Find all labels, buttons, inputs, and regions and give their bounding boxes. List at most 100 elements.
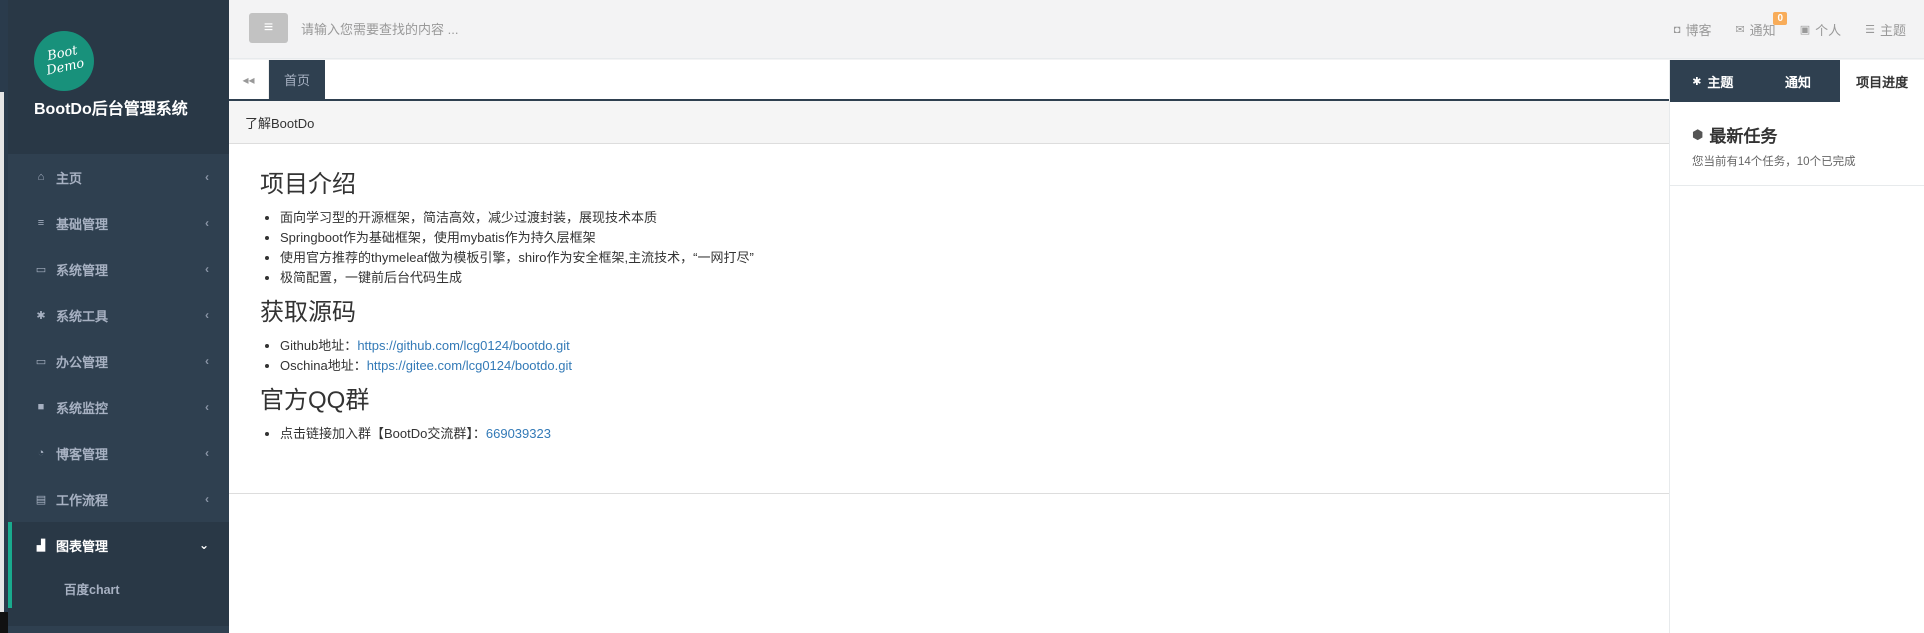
oschina-label: Oschina地址： xyxy=(280,358,367,373)
rss-icon: ◘ xyxy=(1673,23,1681,36)
sidebar: Boot Demo BootDo后台管理系统 ⌂ 主页 ‹ ≡ 基础管理 ‹ ▭… xyxy=(8,0,229,633)
qq-group-link[interactable]: 669039323 xyxy=(486,426,551,441)
sidebar-menu: ⌂ 主页 ‹ ≡ 基础管理 ‹ ▭ 系统管理 ‹ ✱ 系统工具 ‹ ▭ 办公管理… xyxy=(8,154,229,626)
menu-toggle-button[interactable]: ≡ xyxy=(249,13,288,43)
sidebar-submenu-footer xyxy=(8,608,229,626)
top-link-profile[interactable]: ▣ 个人 xyxy=(1800,20,1841,39)
chevron-left-icon: ‹ xyxy=(205,170,209,184)
gear-icon: ✱ xyxy=(36,309,46,322)
intro-list: 面向学习型的开源框架，简洁高效，减少过渡封装，展现技术本质 Springboot… xyxy=(260,208,1669,288)
top-link-blog[interactable]: ◘ 博客 xyxy=(1674,20,1712,39)
list-item: 使用官方推荐的thymeleaf做为模板引擎，shiro作为安全框架,主流技术，… xyxy=(280,248,1669,268)
page-tab-bar: ◂◂ 首页 xyxy=(229,60,1669,101)
section-heading-intro: 项目介绍 xyxy=(260,171,356,198)
top-link-notifications[interactable]: ✉ 通知 0 xyxy=(1735,12,1788,39)
sidebar-item-chart-management[interactable]: ▟ 图表管理 ⌄ xyxy=(8,522,229,568)
laptop-icon: ▭ xyxy=(35,355,47,368)
tab-theme[interactable]: ✱ 主题 xyxy=(1670,60,1756,102)
window-left-edge-highlight xyxy=(0,92,4,612)
cube-icon: ⬢ xyxy=(1692,126,1704,142)
top-link-label: 主题 xyxy=(1879,23,1906,38)
top-link-label: 通知 xyxy=(1749,23,1776,38)
sidebar-item-label: 基础管理 xyxy=(56,216,109,232)
sidebar-item-label: 系统监控 xyxy=(56,400,109,416)
right-sidebar: ✱ 主题 通知 项目进度 ⬢ 最新任务 您当前有14个任务，10个已完成 xyxy=(1669,60,1924,633)
sidebar-item-blog-management[interactable]: ◔ 博客管理 ‹ xyxy=(8,430,229,476)
sidebar-item-system-tools[interactable]: ✱ 系统工具 ‹ xyxy=(8,292,229,338)
section-heading-source: 获取源码 xyxy=(260,299,356,326)
task-title: ⬢ 最新任务 xyxy=(1692,122,1924,147)
list-item: 极简配置，一键前后台代码生成 xyxy=(280,268,1669,288)
panel-title: 了解BootDo xyxy=(229,101,1669,144)
sidebar-item-basic-management[interactable]: ≡ 基础管理 ‹ xyxy=(8,200,229,246)
top-navbar: ≡ ◘ 博客 ✉ 通知 0 ▣ 个人 ☰ 主题 xyxy=(229,0,1924,59)
sidebar-item-label: 图表管理 xyxy=(56,538,109,554)
sidebar-item-system-management[interactable]: ▭ 系统管理 ‹ xyxy=(8,246,229,292)
tab-scroll-left-button[interactable]: ◂◂ xyxy=(229,60,269,99)
sidebar-item-home[interactable]: ⌂ 主页 ‹ xyxy=(8,154,229,200)
list-item: Oschina地址：https://gitee.com/lcg0124/boot… xyxy=(280,356,1669,376)
search-input[interactable] xyxy=(301,14,701,44)
list-item: 面向学习型的开源框架，简洁高效，减少过渡封装，展现技术本质 xyxy=(280,208,1669,228)
top-links: ◘ 博客 ✉ 通知 0 ▣ 个人 ☰ 主题 xyxy=(1650,0,1906,59)
sidebar-item-label: 工作流程 xyxy=(56,492,109,508)
github-label: Github地址： xyxy=(280,338,358,353)
section-heading-qq: 官方QQ群 xyxy=(260,387,370,414)
sidebar-item-label: 博客管理 xyxy=(56,446,109,462)
double-chevron-left-icon: ◂◂ xyxy=(242,72,255,87)
chevron-left-icon: ‹ xyxy=(205,400,209,414)
app-logo[interactable]: Boot Demo xyxy=(34,31,94,91)
list-item: 点击链接加入群【BootDo交流群】：669039323 xyxy=(280,424,1669,444)
source-list: Github地址：https://github.com/lcg0124/boot… xyxy=(260,336,1669,376)
list-item: Springboot作为基础框架，使用mybatis作为持久层框架 xyxy=(280,228,1669,248)
panel-body: 项目介绍 面向学习型的开源框架，简洁高效，减少过渡封装，展现技术本质 Sprin… xyxy=(229,144,1669,494)
chevron-left-icon: ‹ xyxy=(205,262,209,276)
bars-icon: ≡ xyxy=(37,217,45,229)
logo-text: Boot Demo xyxy=(45,43,86,79)
tab-project-progress[interactable]: 项目进度 xyxy=(1840,60,1924,102)
list-item: Github地址：https://github.com/lcg0124/boot… xyxy=(280,336,1669,356)
github-link[interactable]: https://github.com/lcg0124/bootdo.git xyxy=(357,338,569,353)
bar-chart-icon: ▟ xyxy=(36,539,46,552)
top-link-label: 个人 xyxy=(1815,23,1842,38)
qq-list: 点击链接加入群【BootDo交流群】：669039323 xyxy=(260,424,1669,444)
id-card-icon: ▣ xyxy=(1799,24,1811,36)
top-link-label: 博客 xyxy=(1685,23,1712,38)
notification-count-badge: 0 xyxy=(1773,12,1788,25)
home-icon: ⌂ xyxy=(37,171,45,183)
tasks-icon: ☰ xyxy=(1865,24,1875,36)
tab-label: 主题 xyxy=(1707,74,1734,90)
oschina-link[interactable]: https://gitee.com/lcg0124/bootdo.git xyxy=(367,358,572,373)
sidebar-item-label: 办公管理 xyxy=(56,354,109,370)
task-header: ⬢ 最新任务 您当前有14个任务，10个已完成 xyxy=(1670,102,1924,186)
chevron-left-icon: ‹ xyxy=(205,354,209,368)
envelope-icon: ✉ xyxy=(1735,24,1745,36)
desktop-icon: ▭ xyxy=(35,263,47,276)
chevron-left-icon: ‹ xyxy=(205,492,209,506)
sidebar-item-label: 系统工具 xyxy=(56,308,109,324)
qq-label: 点击链接加入群【BootDo交流群】： xyxy=(280,426,486,441)
tab-home[interactable]: 首页 xyxy=(269,60,325,99)
tab-notifications[interactable]: 通知 xyxy=(1755,60,1841,102)
sidebar-item-label: 系统管理 xyxy=(56,262,109,278)
sidebar-item-system-monitor[interactable]: ■ 系统监控 ‹ xyxy=(8,384,229,430)
chevron-left-icon: ‹ xyxy=(205,446,209,460)
print-icon: ▤ xyxy=(35,493,47,506)
rss-icon: ◔ xyxy=(37,447,45,459)
sidebar-subitem-baidu-chart[interactable]: 百度chart xyxy=(8,568,229,608)
sidebar-item-label: 主页 xyxy=(56,170,83,186)
window-left-edge-corner xyxy=(0,612,8,633)
app-title: BootDo后台管理系统 xyxy=(34,101,188,118)
sidebar-item-workflow[interactable]: ▤ 工作流程 ‹ xyxy=(8,476,229,522)
top-link-theme[interactable]: ☰ 主题 xyxy=(1865,20,1906,39)
chevron-down-icon: ⌄ xyxy=(198,538,209,552)
main-content: 了解BootDo 项目介绍 面向学习型的开源框架，简洁高效，减少过渡封装，展现技… xyxy=(229,101,1669,633)
sidebar-item-office-management[interactable]: ▭ 办公管理 ‹ xyxy=(8,338,229,384)
video-camera-icon: ■ xyxy=(37,401,45,413)
task-title-text: 最新任务 xyxy=(1709,127,1778,146)
chevron-left-icon: ‹ xyxy=(205,308,209,322)
task-subtitle: 您当前有14个任务，10个已完成 xyxy=(1692,156,1856,168)
right-sidebar-tabs: ✱ 主题 通知 项目进度 xyxy=(1670,60,1924,102)
sidebar-header: Boot Demo BootDo后台管理系统 xyxy=(8,0,229,154)
gear-icon: ✱ xyxy=(1692,75,1702,88)
